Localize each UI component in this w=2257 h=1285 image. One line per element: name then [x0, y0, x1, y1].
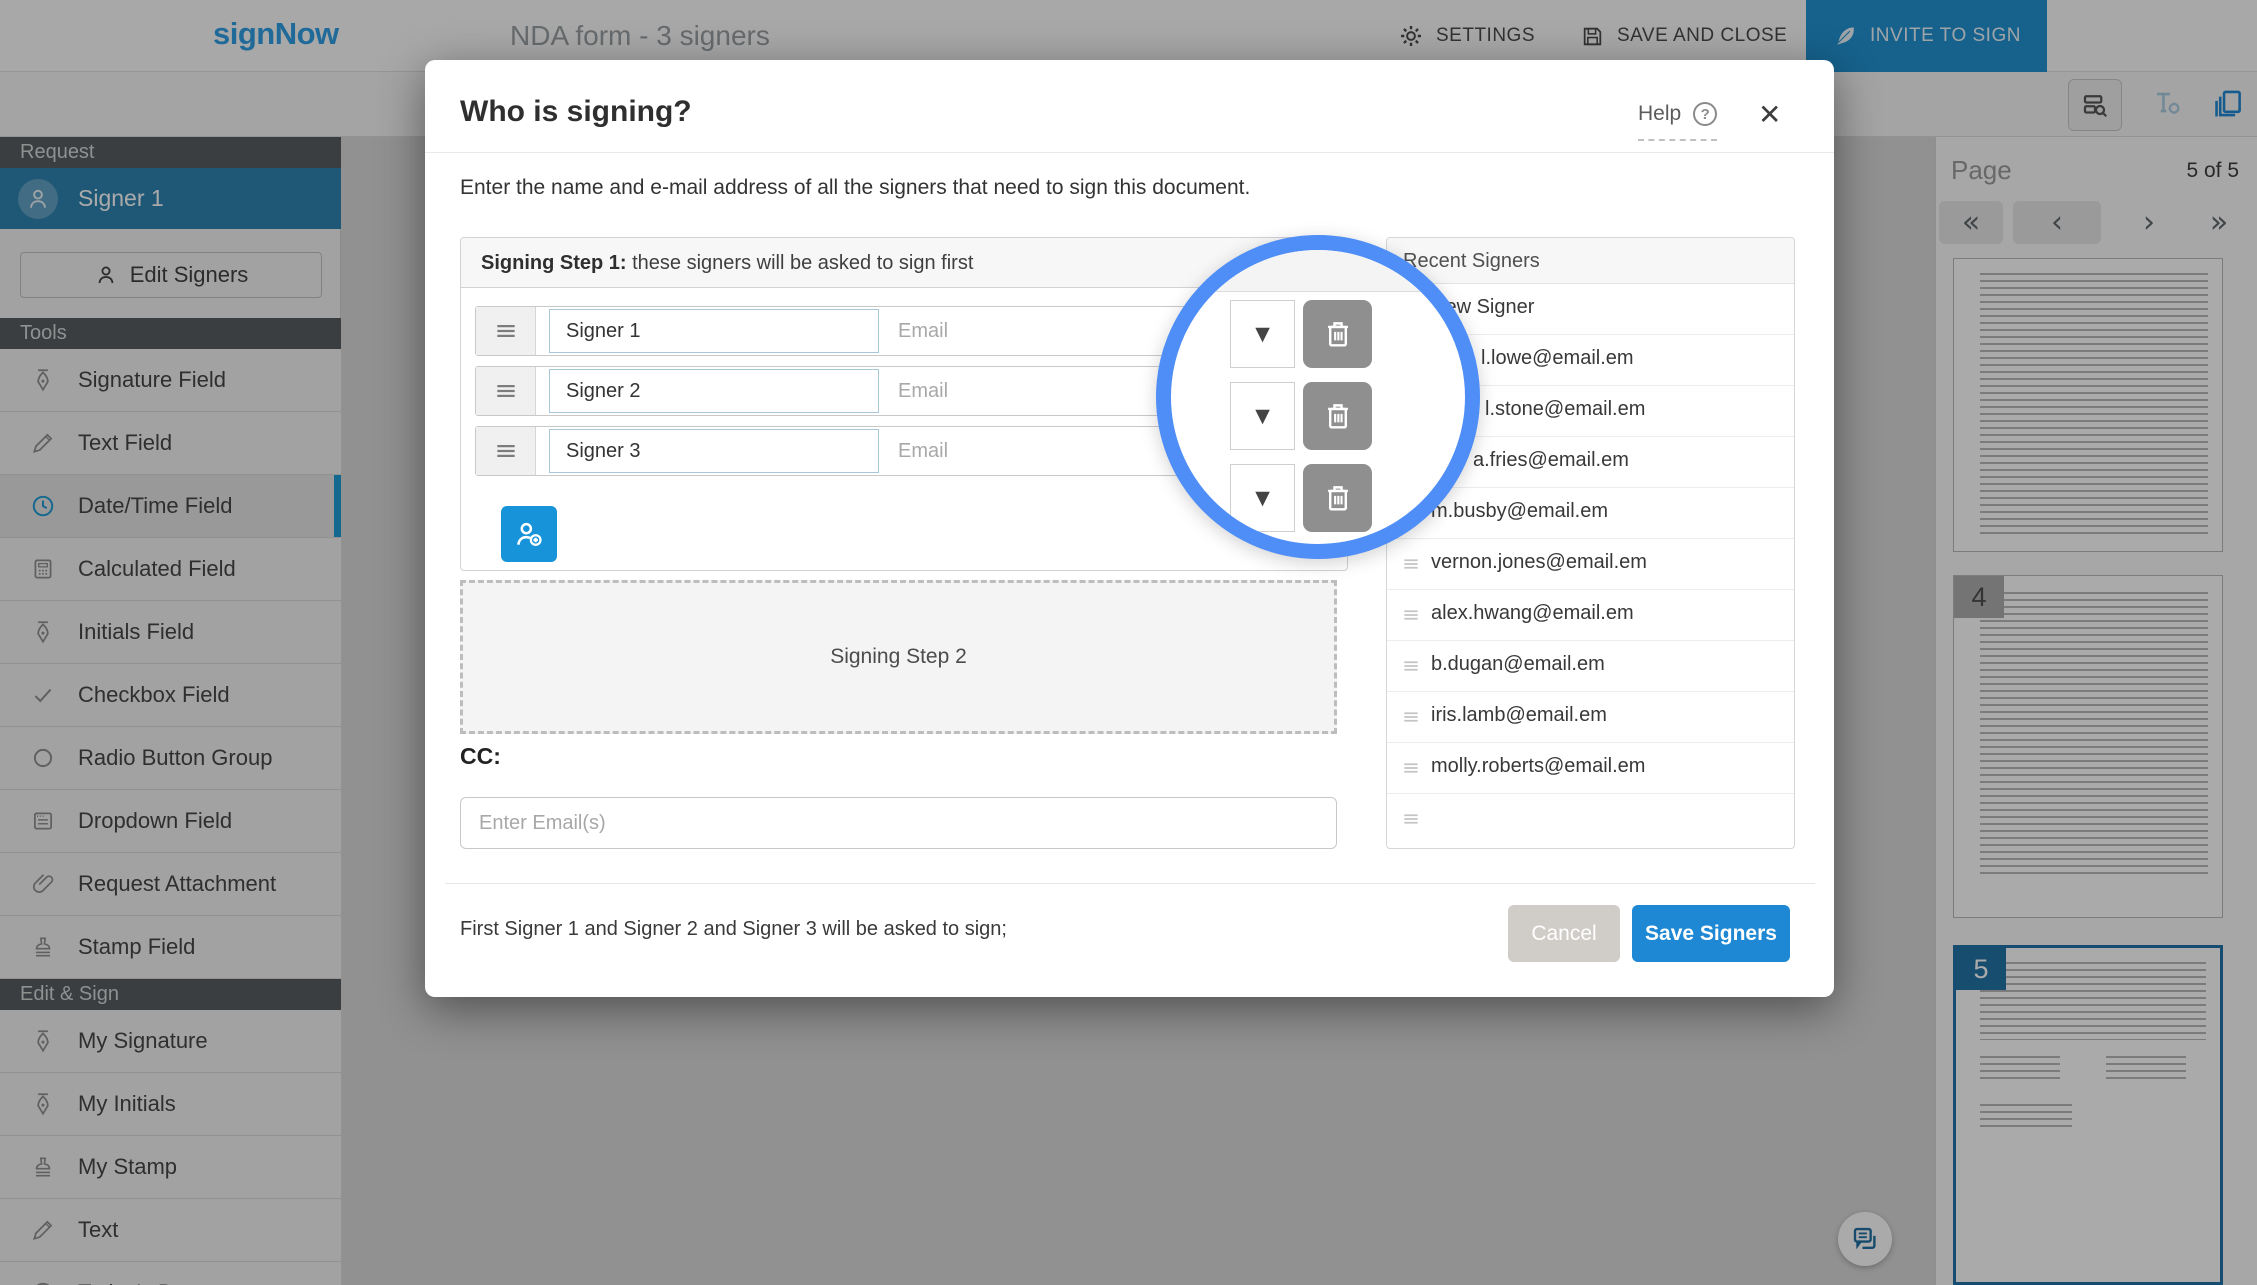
- person-plus-icon: [513, 518, 545, 550]
- divider: [425, 152, 1834, 153]
- magnified-row: ▼: [1171, 382, 1465, 450]
- signer-name-input[interactable]: [549, 309, 879, 353]
- drag-handle-icon: [1401, 707, 1421, 727]
- app-screen: signNow NDA form - 3 signers SETTINGS SA…: [0, 0, 2257, 1285]
- trash-icon: [1321, 317, 1355, 351]
- trash-icon: [1321, 399, 1355, 433]
- divider: [445, 883, 1815, 884]
- magnified-trash-button: [1303, 300, 1372, 368]
- drag-handle-icon: [1401, 809, 1421, 829]
- signer-name-input[interactable]: [549, 429, 879, 473]
- drag-handle-icon: [1401, 656, 1421, 676]
- recent-signer-item[interactable]: iris.lamb@email.em: [1387, 692, 1794, 743]
- recent-signer-item[interactable]: b.dugan@email.em: [1387, 641, 1794, 692]
- modal-description: Enter the name and e-mail address of all…: [460, 176, 1250, 200]
- magnified-dropdown: ▼: [1230, 382, 1295, 450]
- magnifier-highlight-circle: ▼ ▼ ▼: [1156, 235, 1480, 559]
- who-is-signing-modal: Who is signing? Help ? ✕ Enter the name …: [425, 60, 1834, 997]
- help-link[interactable]: Help ?: [1638, 102, 1717, 141]
- recent-signer-item[interactable]: molly.roberts@email.em: [1387, 743, 1794, 794]
- cc-label: CC:: [460, 743, 501, 770]
- magnified-dropdown: ▼: [1230, 464, 1295, 532]
- signing-step-2-dropzone[interactable]: Signing Step 2: [460, 580, 1337, 734]
- save-signers-button[interactable]: Save Signers: [1632, 905, 1790, 962]
- drag-handle-icon: [1401, 758, 1421, 778]
- magnified-trash-button: [1303, 464, 1372, 532]
- magnified-trash-button: [1303, 382, 1372, 450]
- trash-icon: [1321, 481, 1355, 515]
- recent-signer-item[interactable]: vernon.jones@email.em: [1387, 539, 1794, 590]
- magnified-dropdown: ▼: [1230, 300, 1295, 368]
- drag-handle-icon: [1401, 554, 1421, 574]
- drag-handle-icon[interactable]: [476, 307, 536, 355]
- drag-handle-icon: [1401, 605, 1421, 625]
- magnified-row: ▼: [1171, 300, 1465, 368]
- drag-handle-icon[interactable]: [476, 427, 536, 475]
- add-signer-button[interactable]: [501, 506, 557, 562]
- recent-signer-item[interactable]: alex.hwang@email.em: [1387, 590, 1794, 641]
- modal-title: Who is signing?: [460, 95, 692, 129]
- magnified-header-band: [1171, 250, 1465, 292]
- close-icon[interactable]: ✕: [1758, 98, 1781, 131]
- question-icon: ?: [1693, 102, 1717, 126]
- recent-signer-empty[interactable]: [1387, 794, 1794, 849]
- signing-order-note: First Signer 1 and Signer 2 and Signer 3…: [460, 918, 1007, 941]
- magnified-row: ▼: [1171, 464, 1465, 532]
- drag-handle-icon[interactable]: [476, 367, 536, 415]
- cancel-button[interactable]: Cancel: [1508, 905, 1620, 962]
- cc-email-input[interactable]: [460, 797, 1337, 849]
- signer-name-input[interactable]: [549, 369, 879, 413]
